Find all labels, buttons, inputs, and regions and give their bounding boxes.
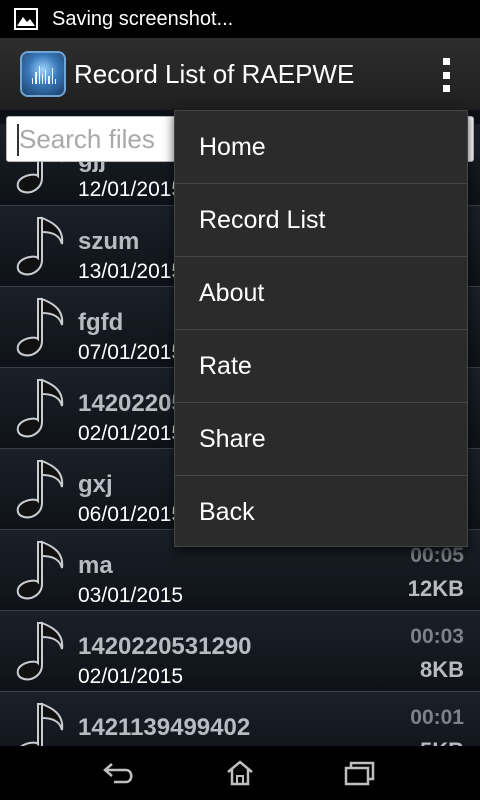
record-name: gxj (78, 471, 113, 498)
music-note-icon (20, 702, 64, 746)
menu-item-back[interactable]: Back (175, 476, 467, 549)
record-size: 5KB (420, 738, 464, 746)
action-bar: Record List of RAEPWE (0, 38, 480, 110)
page-title: Record List of RAEPWE (74, 58, 355, 89)
record-date: 12/01/2015 (78, 178, 184, 201)
record-size: 12KB (407, 576, 464, 601)
image-icon (14, 8, 38, 30)
record-size: 8KB (419, 657, 464, 682)
music-note-icon (16, 621, 64, 681)
record-date: 03/01/2015 (78, 584, 184, 607)
list-item[interactable]: 1421139499402 00:01 5KB (0, 691, 480, 746)
record-name: 1420220531290 (78, 633, 252, 660)
record-date: 07/01/2015 (78, 341, 184, 364)
overflow-menu: Home Record List About Rate Share Back (174, 110, 468, 547)
record-date: 06/01/2015 (78, 503, 184, 526)
record-duration: 00:01 (410, 706, 464, 729)
navigation-bar (0, 746, 480, 800)
recent-apps-icon[interactable] (340, 758, 380, 788)
status-text: Saving screenshot... (52, 7, 234, 30)
back-icon[interactable] (100, 758, 140, 788)
status-bar: Saving screenshot... (0, 0, 480, 38)
record-name: fgfd (78, 309, 124, 336)
menu-item-home[interactable]: Home (175, 111, 467, 184)
record-name: szum (78, 228, 140, 255)
list-item[interactable]: 1420220531290 02/01/2015 00:03 8KB (0, 610, 480, 691)
record-date: 02/01/2015 (78, 422, 184, 445)
record-date: 02/01/2015 (78, 665, 184, 688)
music-note-icon (16, 297, 64, 357)
menu-item-record-list[interactable]: Record List (175, 184, 467, 257)
record-date: 13/01/2015 (78, 260, 184, 283)
menu-item-about[interactable]: About (175, 257, 467, 330)
menu-item-rate[interactable]: Rate (175, 330, 467, 403)
record-name: 1421139499402 (78, 714, 251, 741)
record-name: ma (78, 552, 113, 579)
music-note-icon (16, 378, 64, 438)
overflow-menu-icon[interactable] (440, 58, 452, 92)
music-note-icon (16, 216, 64, 276)
app-logo-icon[interactable] (20, 51, 66, 97)
text-cursor (17, 124, 19, 156)
home-icon[interactable] (220, 758, 260, 788)
music-note-icon (16, 540, 64, 600)
record-duration: 00:03 (410, 625, 464, 648)
menu-item-share[interactable]: Share (175, 403, 467, 476)
music-note-icon (16, 459, 64, 519)
